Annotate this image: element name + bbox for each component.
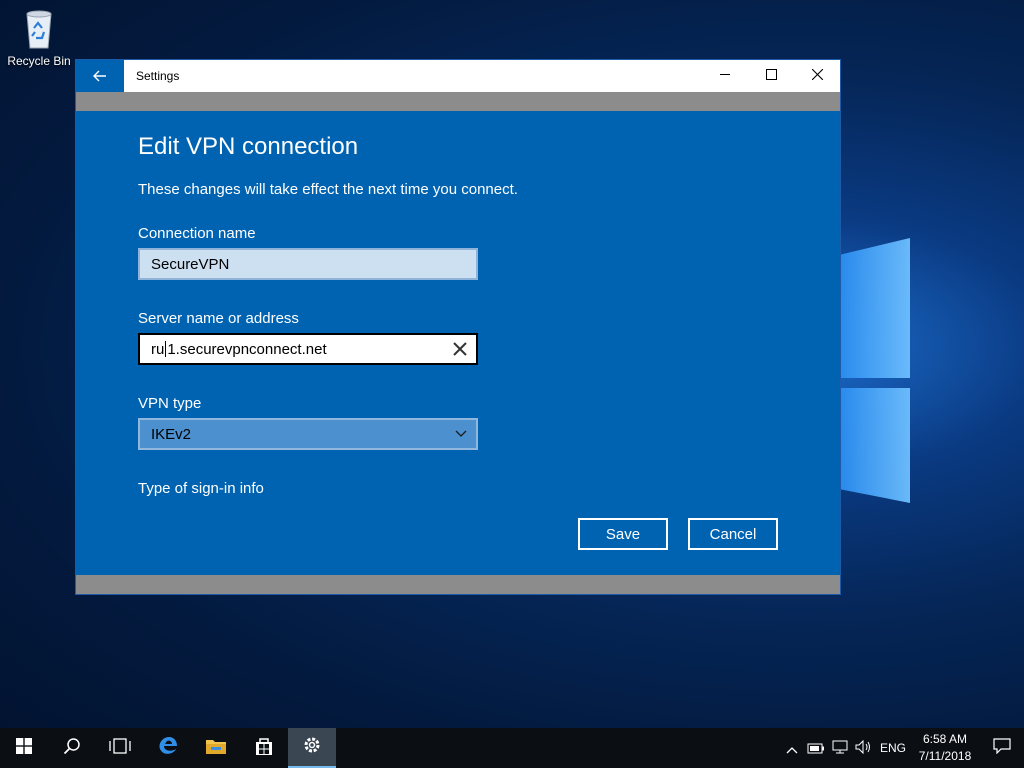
connection-name-label: Connection name xyxy=(138,225,256,242)
search-button[interactable] xyxy=(48,728,96,768)
back-button[interactable] xyxy=(76,60,124,92)
close-button[interactable] xyxy=(794,60,840,92)
store-button[interactable] xyxy=(240,728,288,768)
volume-button[interactable] xyxy=(852,739,876,758)
server-value-before-caret: ru xyxy=(151,340,165,358)
vpn-type-value: IKEv2 xyxy=(151,425,192,443)
show-hidden-icons-button[interactable] xyxy=(780,739,804,758)
connection-name-field[interactable]: SecureVPN xyxy=(138,248,478,280)
server-value-after-caret: 1.securevpnconnect.net xyxy=(167,340,327,358)
close-icon xyxy=(811,68,823,84)
clear-x-icon xyxy=(450,342,470,363)
system-tray: ENG 6:58 AM 7/11/2018 xyxy=(780,728,1024,768)
clock[interactable]: 6:58 AM 7/11/2018 xyxy=(910,731,980,765)
battery-icon xyxy=(807,739,825,758)
window-title: Settings xyxy=(136,69,180,83)
connection-name-value: SecureVPN xyxy=(151,255,230,273)
search-icon xyxy=(63,737,81,759)
clear-text-button[interactable] xyxy=(450,339,470,359)
start-icon xyxy=(16,738,32,758)
clock-time: 6:58 AM xyxy=(922,732,968,746)
volume-icon xyxy=(855,739,873,758)
recycle-bin-shortcut[interactable]: Recycle Bin xyxy=(4,6,74,68)
dialog-title: Edit VPN connection xyxy=(138,133,359,160)
edit-vpn-dialog: Edit VPN connection These changes will t… xyxy=(76,111,840,575)
action-center-button[interactable] xyxy=(980,738,1024,758)
language-indicator[interactable]: ENG xyxy=(876,741,910,755)
save-button[interactable]: Save xyxy=(578,518,668,550)
settings-taskbar-button[interactable] xyxy=(288,728,336,768)
minimize-button[interactable] xyxy=(702,60,748,92)
store-icon xyxy=(254,736,274,760)
dialog-subtitle: These changes will take effect the next … xyxy=(138,181,518,198)
clock-date: 7/11/2018 xyxy=(918,749,972,763)
file-explorer-icon xyxy=(205,737,227,759)
chevron-down-icon xyxy=(454,427,468,441)
task-view-button[interactable] xyxy=(96,728,144,768)
network-icon xyxy=(832,739,848,758)
edge-icon xyxy=(157,735,179,761)
cancel-button[interactable]: Cancel xyxy=(688,518,778,550)
edge-button[interactable] xyxy=(144,728,192,768)
start-button[interactable] xyxy=(0,728,48,768)
notification-icon xyxy=(993,738,1011,758)
signin-info-label: Type of sign-in info xyxy=(138,480,264,497)
title-bar: Settings xyxy=(76,60,840,92)
back-arrow-icon xyxy=(93,67,107,86)
task-view-icon xyxy=(109,738,131,758)
maximize-icon xyxy=(765,68,777,84)
file-explorer-button[interactable] xyxy=(192,728,240,768)
minimize-icon xyxy=(719,69,731,84)
recycle-bin-label: Recycle Bin xyxy=(7,54,71,68)
battery-button[interactable] xyxy=(804,739,828,758)
text-caret xyxy=(165,341,167,357)
server-address-label: Server name or address xyxy=(138,310,299,327)
vpn-type-label: VPN type xyxy=(138,395,202,412)
vpn-type-dropdown[interactable]: IKEv2 xyxy=(138,418,478,450)
network-button[interactable] xyxy=(828,739,852,758)
server-address-field[interactable]: ru 1.securevpnconnect.net xyxy=(138,333,478,365)
taskbar: ENG 6:58 AM 7/11/2018 xyxy=(0,728,1024,768)
chevron-up-icon xyxy=(786,739,798,758)
settings-icon xyxy=(302,735,322,759)
windows-desktop-logo xyxy=(838,228,918,513)
recycle-bin-icon xyxy=(19,6,59,50)
maximize-button[interactable] xyxy=(748,60,794,92)
